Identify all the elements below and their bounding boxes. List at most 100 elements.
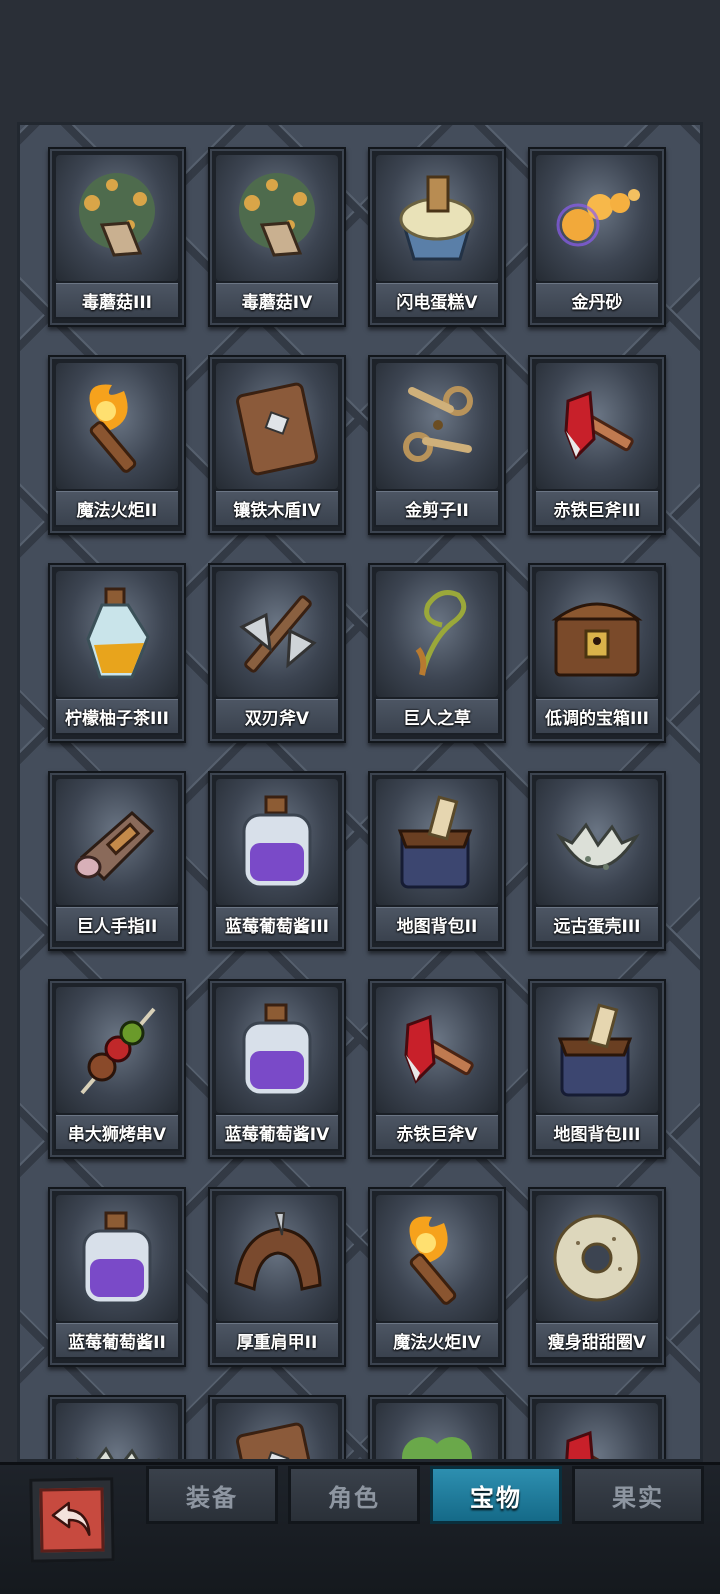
item-art — [376, 155, 498, 281]
item-card[interactable]: 巨人手指II — [48, 771, 186, 951]
item-art — [56, 779, 178, 905]
kebab-icon — [80, 1007, 156, 1095]
item-art — [56, 363, 178, 489]
item-name-label: 毒蘑菇IV — [214, 281, 340, 319]
item-art — [56, 987, 178, 1113]
item-card[interactable]: 金丹砂 — [528, 147, 666, 327]
red-axe-icon — [404, 1014, 474, 1084]
item-art — [376, 363, 498, 489]
item-name-label: 金丹砂 — [534, 281, 660, 319]
wooden-shield-icon — [236, 1422, 318, 1459]
item-card[interactable]: 远古蛋壳III — [528, 771, 666, 951]
item-name-label: 柠檬柚子茶III — [54, 697, 180, 735]
item-name-label: 瘦身甜甜圈V — [534, 1321, 660, 1359]
item-card[interactable]: 蓝莓葡萄酱III — [208, 771, 346, 951]
mushroom-icon — [79, 173, 155, 257]
jam-jar-icon — [82, 1211, 152, 1305]
item-card[interactable]: 魔法火炬IV — [368, 1187, 506, 1367]
item-card[interactable]: 地图背包II — [368, 771, 506, 951]
item-card[interactable]: 串大狮烤串V — [48, 979, 186, 1159]
donut-icon — [553, 1214, 641, 1302]
eggshell-icon — [555, 822, 640, 870]
item-name-label: 金剪子II — [374, 489, 500, 527]
item-card[interactable]: 魔法火炬II — [48, 355, 186, 535]
item-name-label: 镶铁木盾IV — [214, 489, 340, 527]
item-art — [536, 1195, 658, 1321]
item-name-label: 魔法火炬II — [54, 489, 180, 527]
item-card[interactable]: 厚重肩甲II — [208, 1187, 346, 1367]
item-art — [216, 1195, 338, 1321]
torch-icon — [89, 384, 137, 473]
item-card[interactable]: 闪电蛋糕V — [368, 147, 506, 327]
herb-icon — [415, 590, 467, 676]
item-art — [536, 155, 658, 281]
cupcake-icon — [399, 175, 475, 261]
item-art — [56, 155, 178, 281]
item-card[interactable]: 毒蘑菇III — [48, 147, 186, 327]
item-card[interactable]: 巨人之草 — [368, 563, 506, 743]
treasure-chest-icon — [551, 602, 643, 677]
item-card[interactable] — [208, 1395, 346, 1459]
item-card[interactable] — [528, 1395, 666, 1459]
item-name-label: 地图背包III — [534, 1113, 660, 1151]
item-card[interactable]: 蓝莓葡萄酱IV — [208, 979, 346, 1159]
item-name-label: 地图背包II — [374, 905, 500, 943]
item-name-label: 巨人之草 — [374, 697, 500, 735]
item-name-label: 魔法火炬IV — [374, 1321, 500, 1359]
torch-icon — [409, 1216, 457, 1305]
item-art — [56, 1403, 178, 1459]
item-art — [536, 363, 658, 489]
item-art — [56, 1195, 178, 1321]
item-card[interactable]: 镶铁木盾IV — [208, 355, 346, 535]
item-name-label: 赤铁巨斧III — [534, 489, 660, 527]
item-art — [216, 779, 338, 905]
item-grid: 毒蘑菇III 毒蘑菇IV 闪电蛋糕V 金丹砂魔法火炬II 镶铁木盾IV 金剪子II 赤铁巨斧… — [17, 122, 703, 1462]
tab-characters[interactable]: 角色 — [288, 1466, 420, 1524]
item-art — [216, 363, 338, 489]
double-axe-icon — [239, 595, 317, 673]
item-name-label: 远古蛋壳III — [534, 905, 660, 943]
item-card[interactable]: 金剪子II — [368, 355, 506, 535]
eggshell-icon — [75, 1446, 160, 1459]
item-art — [376, 779, 498, 905]
item-art — [376, 987, 498, 1113]
pauldron-icon — [234, 1212, 322, 1292]
item-art — [376, 1403, 498, 1459]
item-art — [536, 571, 658, 697]
item-name-label: 蓝莓葡萄酱II — [54, 1321, 180, 1359]
tab-treasures[interactable]: 宝物 — [430, 1466, 562, 1524]
item-card[interactable]: 柠檬柚子茶III — [48, 563, 186, 743]
item-art — [376, 1195, 498, 1321]
giant-finger-icon — [74, 810, 155, 882]
red-axe-icon — [564, 390, 634, 460]
item-art — [536, 779, 658, 905]
map-bag-icon — [557, 1003, 633, 1097]
item-card[interactable]: 赤铁巨斧III — [528, 355, 666, 535]
tab-equipment[interactable]: 装备 — [146, 1466, 278, 1524]
item-name-label: 毒蘑菇III — [54, 281, 180, 319]
tab-fruits[interactable]: 果实 — [572, 1466, 704, 1524]
item-card[interactable]: 赤铁巨斧V — [368, 979, 506, 1159]
item-card[interactable]: 瘦身甜甜圈V — [528, 1187, 666, 1367]
back-button[interactable] — [29, 1477, 115, 1563]
item-name-label: 巨人手指II — [54, 905, 180, 943]
item-card[interactable]: 蓝莓葡萄酱II — [48, 1187, 186, 1367]
clover-icon — [402, 1437, 472, 1459]
item-art — [376, 571, 498, 697]
jam-jar-icon — [242, 795, 312, 889]
item-card[interactable]: 低调的宝箱III — [528, 563, 666, 743]
item-art — [216, 571, 338, 697]
potion-bottle-icon — [86, 587, 150, 679]
item-name-label: 蓝莓葡萄酱IV — [214, 1113, 340, 1151]
item-name-label: 低调的宝箱III — [534, 697, 660, 735]
item-card[interactable] — [48, 1395, 186, 1459]
item-card[interactable]: 毒蘑菇IV — [208, 147, 346, 327]
item-name-label: 厚重肩甲II — [214, 1321, 340, 1359]
item-art — [536, 987, 658, 1113]
item-card[interactable] — [368, 1395, 506, 1459]
back-arrow-icon — [51, 1501, 91, 1536]
item-card[interactable]: 地图背包III — [528, 979, 666, 1159]
item-name-label: 双刃斧V — [214, 697, 340, 735]
item-card[interactable]: 双刃斧V — [208, 563, 346, 743]
mushroom-icon — [239, 173, 315, 257]
